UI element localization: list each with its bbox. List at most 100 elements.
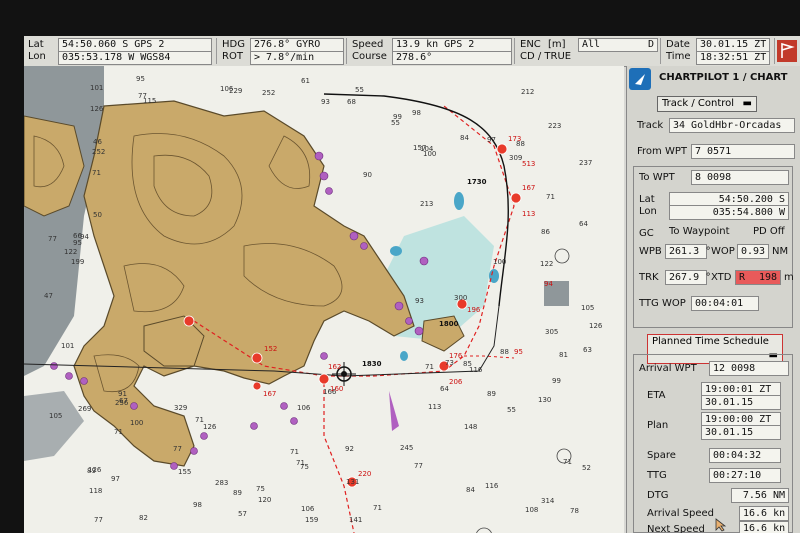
depth-sounding: 305 <box>545 328 558 336</box>
dtg-value: 7.56 NM <box>731 488 789 503</box>
track-label: Track <box>637 120 664 131</box>
wpb-value: 261.3 ° <box>665 244 711 259</box>
depth-sounding: 199 <box>71 258 84 266</box>
depth-sounding: 85 <box>463 360 472 368</box>
depth-sounding: 71 <box>296 459 305 467</box>
depth-sounding: 78 <box>570 507 579 515</box>
depth-sounding: 245 <box>400 444 413 452</box>
chartpilot-panel: CHARTPILOT 1 / CHART Track / Control ▬ T… <box>626 66 800 533</box>
ttg-value: 00:27:10 <box>709 468 781 483</box>
depth-sounding: 252 <box>92 148 105 156</box>
wop-value: 0.93 <box>737 244 769 259</box>
depth-sounding: 300 <box>454 294 467 302</box>
track-time-mark: 1730 <box>467 178 487 186</box>
depth-sounding: 84 <box>460 134 469 142</box>
waypoint-label: 513 <box>522 160 535 168</box>
waypoint-label: 95 <box>514 348 523 356</box>
speed-cell[interactable]: Speed 13.9 kn GPS 2 Course 278.6° <box>348 38 515 65</box>
to-wpt-label: To WPT <box>639 172 675 183</box>
heading-cell[interactable]: HDG 276.8° GYRO ROT > 7.8°/min <box>218 38 347 65</box>
depth-sounding: 55 <box>507 406 516 414</box>
spare-value: 00:04:32 <box>709 448 781 463</box>
enc-cell[interactable]: ENC [m] CD / TRUE All D <box>516 38 661 64</box>
plan-label: Plan <box>647 420 669 431</box>
from-wpt-label: From WPT <box>637 146 687 157</box>
depth-sounding: 77 <box>414 462 423 470</box>
depth-sounding: 81 <box>559 351 568 359</box>
lon-value: 035:53.178 W WGS84 <box>58 51 212 65</box>
depth-sounding: 229 <box>229 87 242 95</box>
waypoint-label: 152 <box>264 345 277 353</box>
arrival-wpt-value[interactable]: 12 0098 <box>709 361 789 376</box>
wop-label: WOP <box>711 246 735 257</box>
rot-label: ROT <box>222 51 243 62</box>
chart-map[interactable]: 126 126 98 104 115 78 237 213 82 100 118 155 116 199 7… <box>24 66 624 533</box>
depth-sounding: 237 <box>579 159 592 167</box>
depth-sounding: 141 <box>349 516 362 524</box>
depth-sounding: 100 <box>423 150 436 158</box>
enc-label: ENC <box>520 39 541 50</box>
from-wpt-value[interactable]: 7 0571 <box>691 144 795 159</box>
xtd-unit: m <box>784 272 794 283</box>
trk-value: 267.9 ° <box>665 270 711 285</box>
depth-sounding: 55 <box>355 86 364 94</box>
next-speed-value[interactable]: 16.6 kn <box>739 521 789 533</box>
magenta-marker <box>389 391 399 431</box>
xtd-value-box: R 198 <box>735 270 781 285</box>
ttg-wop-label: TTG WOP <box>639 298 686 309</box>
plan-date[interactable]: 30.01.15 <box>701 425 781 440</box>
speed-label: Speed <box>352 39 384 50</box>
position-cell[interactable]: Lat 54:50.060 S GPS 2 Lon 035:53.178 W W… <box>24 38 217 65</box>
compass-arrow-icon[interactable] <box>629 68 651 90</box>
depth-sounding: 50 <box>93 211 102 219</box>
xtd-side: R <box>739 272 746 283</box>
lon-label: Lon <box>28 51 46 62</box>
depth-sounding: 61 <box>301 77 310 85</box>
trk-label: TRK <box>639 272 659 283</box>
eta-label: ETA <box>647 390 666 401</box>
depth-sounding: 46 <box>93 138 102 146</box>
depth-sounding: 77 <box>94 516 103 524</box>
waypoint-label: 162 <box>328 363 341 371</box>
depth-sounding: 105 <box>49 412 62 420</box>
track-control-label: Track / Control <box>662 98 735 109</box>
track-value[interactable]: 34 GoldHbr-Orcadas <box>669 118 795 133</box>
depth-sounding: 89 <box>233 489 242 497</box>
land-mass-main <box>73 100 415 467</box>
ttg-wop-value: 00:04:01 <box>691 296 759 311</box>
depth-sounding: 106 <box>301 505 315 513</box>
date-time-cell: Date 30.01.15 ZT Time 18:32:51 ZT <box>662 38 775 65</box>
track-time-mark: 1830 <box>362 360 382 368</box>
speed-value: 13.9 kn GPS 2 <box>392 38 512 52</box>
depth-sounding: 68 <box>347 98 356 106</box>
arrival-speed-value[interactable]: 16.6 kn <box>739 506 789 521</box>
schedule-label: Planned Time Schedule <box>652 336 769 347</box>
depth-sounding: 329 <box>174 404 187 412</box>
depth-sounding: 71 <box>290 448 299 456</box>
alarm-flag-icon[interactable] <box>777 40 797 62</box>
pd-label: PD Off <box>753 226 785 237</box>
waypoint-label: 167 <box>522 184 535 192</box>
waypoint-label: 220 <box>358 470 371 478</box>
waypoint-label: 176 <box>449 352 463 360</box>
depth-sounding: 86 <box>541 228 550 236</box>
depth-sounding: 73 <box>445 359 454 367</box>
gc-label: GC <box>639 228 654 239</box>
chart-canvas[interactable]: 1261269810411578237213821001181551161997… <box>24 66 624 533</box>
course-label: Course <box>352 51 387 62</box>
depth-sounding: 98 <box>193 501 202 509</box>
panel-title: CHARTPILOT 1 / CHART <box>659 72 788 83</box>
waypoint-label: 160 <box>330 385 343 393</box>
depth-sounding: 131 <box>346 478 359 486</box>
to-wpt-value[interactable]: 8 0098 <box>691 170 789 185</box>
depth-sounding: 82 <box>139 514 148 522</box>
wpb-label: WPB <box>639 246 662 257</box>
track-control-dropdown[interactable]: Track / Control ▬ <box>657 96 757 112</box>
date-value: 30.01.15 ZT <box>696 38 770 52</box>
depth-sounding: 101 <box>61 342 74 350</box>
depth-sounding: 97 <box>111 475 120 483</box>
track-time-mark: 1800 <box>439 320 459 328</box>
enc-flag: D <box>647 39 654 50</box>
waypoint-label: 94 <box>544 280 553 288</box>
hdg-label: HDG <box>222 39 245 50</box>
